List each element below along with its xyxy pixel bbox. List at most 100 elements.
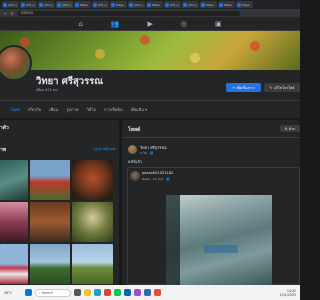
reload-icon[interactable]: ↻ bbox=[10, 11, 13, 16]
browser-tab-label: (20+) bbox=[62, 2, 71, 7]
photo-thumbnail[interactable] bbox=[72, 160, 113, 200]
cover-photo[interactable] bbox=[0, 31, 300, 70]
facebook-favicon-icon bbox=[75, 2, 79, 7]
photo-thumbnail[interactable] bbox=[30, 244, 70, 284]
add-story-button[interactable]: + เพิ่มเรื่องราว bbox=[226, 83, 261, 92]
friends-icon[interactable]: 👥 bbox=[111, 20, 120, 28]
browser-tab-label: Mess bbox=[206, 2, 214, 7]
windows-start-icon[interactable] bbox=[24, 289, 32, 296]
divider bbox=[122, 137, 300, 138]
mail-icon[interactable] bbox=[123, 289, 131, 296]
photo-grid bbox=[0, 160, 117, 284]
browser-tab-label: Mess bbox=[224, 2, 232, 7]
facebook-favicon-icon bbox=[201, 2, 205, 7]
browser-tab[interactable]: Mess bbox=[236, 1, 253, 8]
profile-tab[interactable]: วิดีโอ bbox=[83, 106, 100, 113]
post-author-avatar[interactable] bbox=[128, 145, 137, 154]
file-explorer-icon[interactable] bbox=[83, 289, 91, 296]
browser-tab[interactable]: Mess bbox=[146, 1, 163, 8]
browser-tab-label: (20+) bbox=[98, 2, 107, 7]
taskbar-search[interactable]: ⌕ Search bbox=[34, 288, 71, 297]
profile-tab[interactable]: เกี่ยวกับ bbox=[24, 106, 45, 113]
video-icon[interactable]: ▶ bbox=[148, 20, 153, 28]
browser-tab[interactable]: (20+) bbox=[128, 1, 145, 8]
photo-thumbnail[interactable] bbox=[72, 244, 113, 284]
profile-tab[interactable]: เพื่อน bbox=[45, 106, 62, 113]
photos-header: าพ ดูรูปภาพทั้งหมด bbox=[0, 146, 119, 154]
search-icon: ⌕ bbox=[38, 290, 41, 295]
search-placeholder: Search bbox=[41, 290, 54, 295]
facebook-favicon-icon bbox=[3, 2, 7, 7]
facebook-favicon-icon bbox=[219, 2, 223, 7]
facebook-favicon-icon bbox=[111, 2, 115, 7]
browser-tab-label: (20+) bbox=[26, 2, 35, 7]
photo-thumbnail[interactable] bbox=[30, 202, 70, 242]
app-icon[interactable] bbox=[153, 289, 161, 296]
shared-author-name[interactable]: peace001022182 bbox=[142, 171, 173, 175]
chrome-icon[interactable] bbox=[103, 289, 111, 296]
browser-tab-strip: (20+) (20+) (20+) (20+) Mess (20+) Mess (20+) Me… bbox=[0, 0, 300, 9]
line-icon[interactable] bbox=[113, 289, 121, 296]
photo-thumbnail[interactable] bbox=[0, 202, 28, 242]
facebook-favicon-icon bbox=[183, 2, 187, 7]
facebook-favicon-icon bbox=[21, 2, 25, 7]
browser-tab-label: (20+) bbox=[188, 2, 197, 7]
photo-thumbnail[interactable] bbox=[0, 244, 28, 284]
shared-author-avatar[interactable] bbox=[130, 171, 140, 181]
url-field[interactable]: l25034 bbox=[16, 10, 240, 16]
photos-icon[interactable] bbox=[133, 289, 141, 296]
post-text: แชร์แล้ว bbox=[128, 159, 142, 164]
browser-tab-label: Mess bbox=[152, 2, 160, 7]
facebook-top-nav: ⌂ 👥 ▶ ◎ ▣ bbox=[0, 17, 300, 31]
facebook-favicon-icon bbox=[237, 2, 241, 7]
browser-tab[interactable]: Mess bbox=[218, 1, 235, 8]
system-clock[interactable]: 14:32 15/1/2025 bbox=[280, 289, 296, 297]
browser-tab-label: Mess bbox=[116, 2, 124, 7]
intro-title: ำตัว bbox=[0, 125, 9, 131]
profile-tab[interactable]: การเช็คอิน bbox=[100, 106, 127, 113]
facebook-favicon-icon bbox=[93, 2, 97, 7]
photo-thumbnail[interactable] bbox=[30, 160, 70, 200]
photo-thumbnail[interactable] bbox=[0, 160, 28, 200]
posts-title: โพสต์ bbox=[128, 127, 141, 133]
back-icon[interactable]: ← bbox=[4, 11, 7, 16]
photo-thumbnail[interactable] bbox=[72, 202, 113, 242]
facebook-favicon-icon bbox=[39, 2, 43, 7]
browser-tab[interactable]: (20+) bbox=[182, 1, 199, 8]
facebook-favicon-icon bbox=[147, 2, 151, 7]
facebook-favicon-icon bbox=[129, 2, 133, 7]
browser-tab[interactable]: (20+) bbox=[92, 1, 109, 8]
post-timestamp[interactable]: 3 วัน · 🌐 bbox=[140, 151, 153, 156]
facebook-favicon-icon bbox=[165, 2, 169, 7]
profile-tab[interactable]: รูปภาพ bbox=[62, 106, 82, 113]
store-icon[interactable] bbox=[143, 289, 151, 296]
facebook-favicon-icon bbox=[57, 2, 61, 7]
edge-icon[interactable] bbox=[93, 289, 101, 296]
home-icon[interactable]: ⌂ bbox=[78, 20, 82, 28]
browser-tab[interactable]: (20+) bbox=[20, 1, 37, 8]
edit-profile-button[interactable]: ✎ แก้ไขโปรไฟล์ bbox=[264, 83, 300, 92]
see-all-photos-link[interactable]: ดูรูปภาพทั้งหมด bbox=[94, 147, 116, 154]
gaming-icon[interactable]: ▣ bbox=[215, 20, 222, 28]
filter-button[interactable]: ⇅ ตัวก bbox=[280, 125, 300, 132]
browser-tab[interactable]: Mess bbox=[200, 1, 217, 8]
browser-tab-label: (20+) bbox=[8, 2, 17, 7]
profile-friends-count[interactable]: เพื่อน 421 คน bbox=[36, 87, 58, 93]
groups-icon[interactable]: ◎ bbox=[181, 20, 187, 28]
browser-tab[interactable]: (20+) bbox=[38, 1, 55, 8]
profile-tab[interactable]: โพสต์ bbox=[6, 106, 24, 113]
reel-video[interactable] bbox=[166, 195, 272, 285]
profile-tab[interactable]: เพิ่มเติม ▾ bbox=[127, 106, 152, 113]
browser-tab[interactable]: Mess bbox=[110, 1, 127, 8]
task-view-icon[interactable] bbox=[73, 289, 81, 296]
browser-tab[interactable]: Mess bbox=[74, 1, 91, 8]
browser-tab-label: (20+) bbox=[44, 2, 53, 7]
address-bar: ← ↻ l25034 bbox=[0, 9, 300, 17]
browser-tab-label: Mess bbox=[80, 2, 88, 7]
browser-tab[interactable]: (20+) bbox=[2, 1, 19, 8]
weather-widget[interactable]: 28°C bbox=[4, 291, 12, 295]
browser-tab-label: (20+) bbox=[134, 2, 143, 7]
browser-tab-label: Mess bbox=[242, 2, 250, 7]
browser-tab[interactable]: (20+) bbox=[56, 1, 73, 8]
browser-tab[interactable]: (20+) bbox=[164, 1, 181, 8]
